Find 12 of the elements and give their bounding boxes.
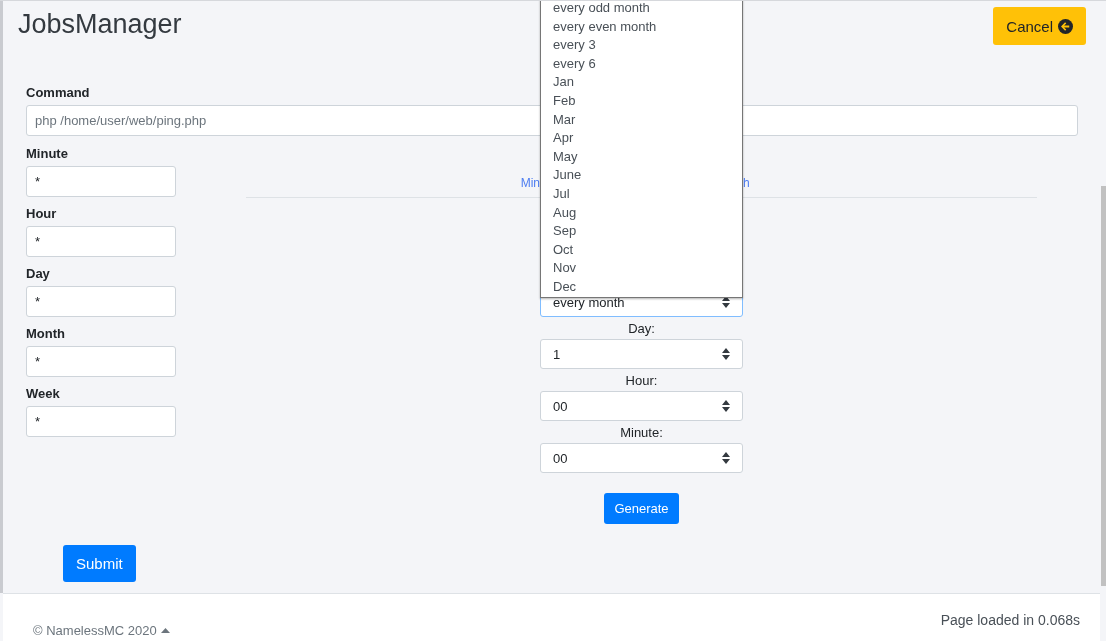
load-time-text: Page loaded in 0.068s: [940, 612, 1080, 630]
field-label: Month: [26, 326, 65, 343]
field-label: Hour: [26, 206, 57, 223]
field-label: Week: [26, 386, 60, 403]
field-label: Command: [26, 85, 90, 102]
field-label: Minute: [26, 146, 68, 163]
select-label: Minute:: [620, 423, 663, 442]
field-label: Day: [26, 266, 50, 283]
select-label: Day:: [628, 319, 655, 338]
select-label: Hour:: [625, 371, 658, 390]
copyright-text: © NamelessMC 2020: [33, 623, 170, 638]
page-title: JobsManager: [18, 9, 182, 40]
